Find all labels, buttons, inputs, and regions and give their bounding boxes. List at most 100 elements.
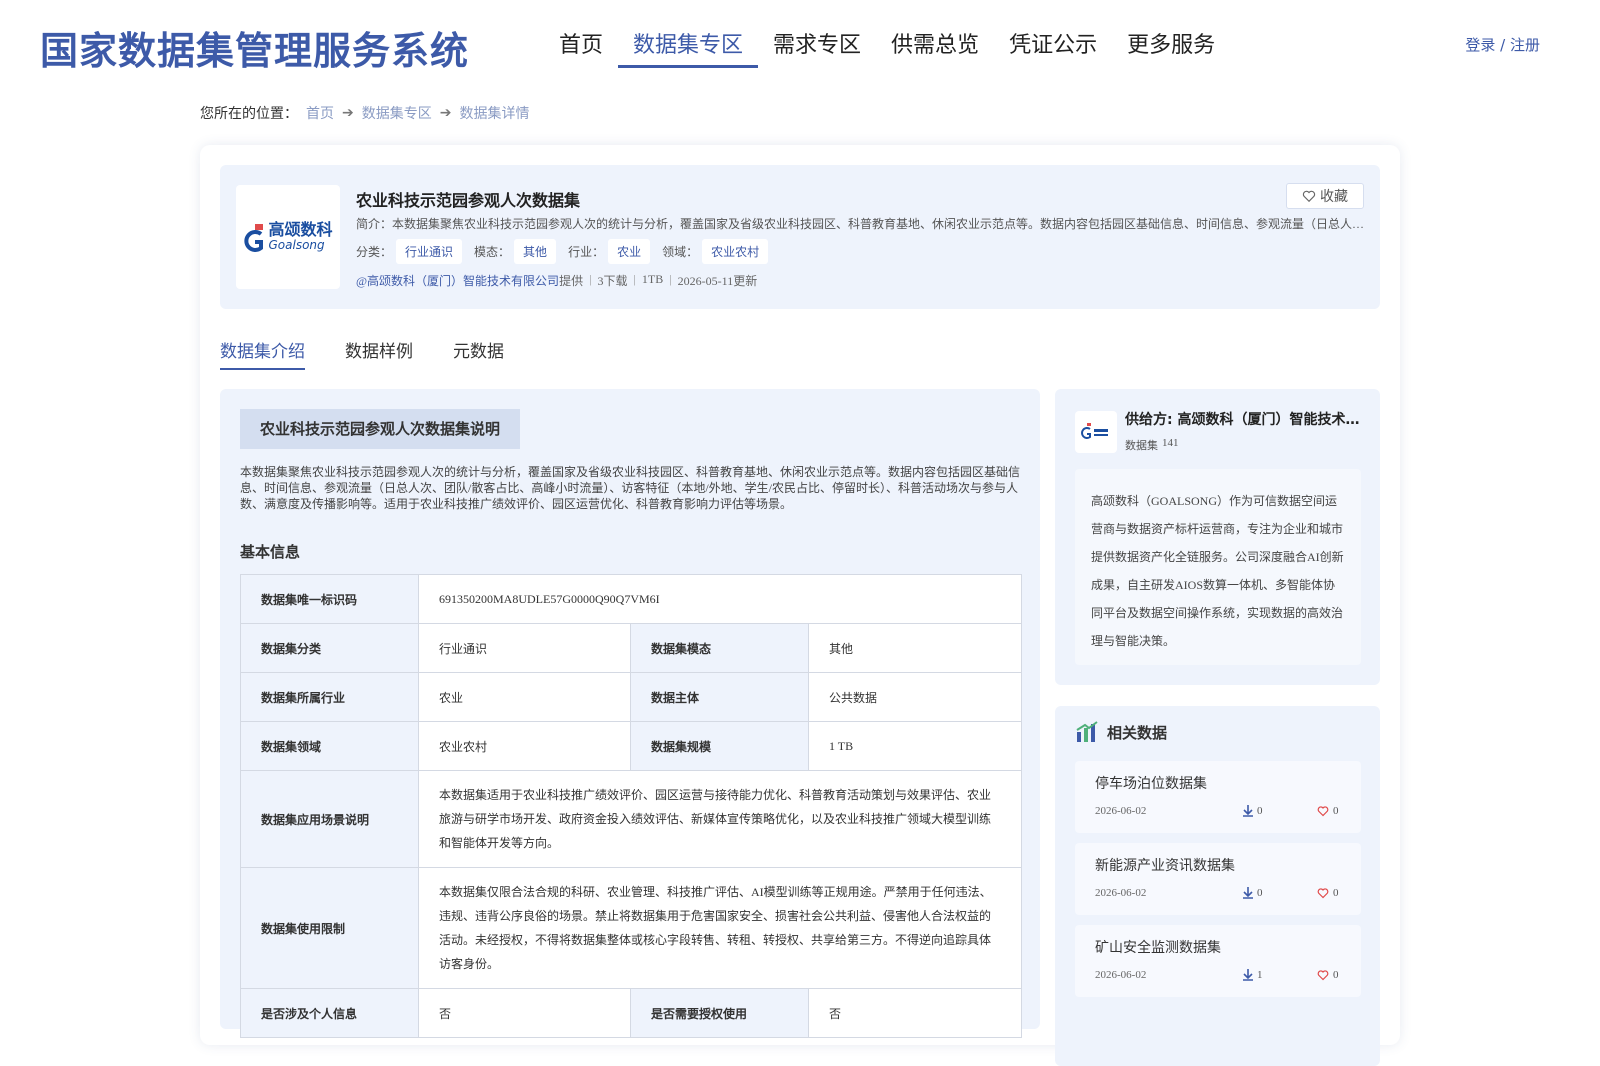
table-row: 数据集应用场景说明 本数据集适用于农业科技推广绩效评价、园区运营与接待能力优化、… — [240, 770, 1022, 868]
provider-card: 供给方: 高颂数科（厦门）智能技术有限公司 数据集 141 高颂数科（GOALS… — [1055, 389, 1380, 685]
related-item-date: 2026-06-02 — [1095, 887, 1147, 899]
breadcrumb-detail[interactable]: 数据集详情 — [459, 103, 529, 123]
download-icon — [1243, 805, 1253, 817]
nav-item-overview[interactable]: 供需总览 — [876, 28, 994, 68]
arrow-right-icon: ➔ — [439, 105, 452, 121]
provider-name[interactable]: 供给方: 高颂数科（厦门）智能技术有限公司 — [1125, 409, 1365, 429]
dataset-detail-card: 高颂数科 Goalsong 农业科技示范园参观人次数据集 收藏 简介：本数据集聚… — [200, 145, 1400, 1066]
related-item[interactable]: 停车场泊位数据集 2026-06-02 0 0 — [1075, 761, 1361, 833]
table-row: 数据集所属行业 农业 数据主体 公共数据 — [240, 672, 1022, 722]
related-item[interactable]: 新能源产业资讯数据集 2026-06-02 0 0 — [1075, 843, 1361, 915]
breadcrumb-home[interactable]: 首页 — [306, 103, 334, 123]
tag-industry[interactable]: 农业 — [608, 239, 651, 264]
dataset-hero: 高颂数科 Goalsong 农业科技示范园参观人次数据集 收藏 简介：本数据集聚… — [220, 165, 1380, 309]
auth-value: 否 — [808, 988, 1022, 1038]
nav-item-demands[interactable]: 需求专区 — [758, 28, 876, 68]
nav-item-credentials[interactable]: 凭证公示 — [994, 28, 1112, 68]
section-heading: 农业科技示范园参观人次数据集说明 — [240, 409, 521, 449]
download-icon — [1243, 969, 1253, 981]
nav-item-home[interactable]: 首页 — [544, 28, 618, 68]
dataset-meta: @高颂数科（厦门）智能技术有限公司提供 | 3下载 | 1TB | 2026-0… — [356, 272, 757, 289]
related-item-likes: 0 — [1317, 805, 1339, 817]
logo-text-cn: 高颂数科 — [268, 220, 333, 239]
table-row: 数据集分类 行业通识 数据集模态 其他 — [240, 623, 1022, 673]
related-item-date: 2026-06-02 — [1095, 969, 1147, 981]
tag-label-modality: 模态： — [474, 245, 511, 259]
site-title[interactable]: 国家数据集管理服务系统 — [40, 20, 469, 75]
personal-info-value: 否 — [418, 988, 631, 1038]
related-item-name: 停车场泊位数据集 — [1095, 776, 1207, 792]
related-item-date: 2026-06-02 — [1095, 805, 1147, 817]
favorite-button[interactable]: 收藏 — [1286, 183, 1364, 209]
divider: | — [669, 272, 672, 286]
tag-label-industry: 行业： — [568, 245, 605, 259]
dataset-size: 1TB — [641, 272, 664, 286]
arrow-right-icon: ➔ — [342, 105, 354, 121]
related-heading: 相关数据 — [1075, 720, 1167, 744]
count-label: 数据集 — [1125, 440, 1158, 452]
basic-info-title: 基本信息 — [240, 543, 301, 561]
bar-chart-icon — [1076, 721, 1098, 742]
heart-icon — [1317, 806, 1329, 817]
scale-value: 1 TB — [808, 721, 1022, 771]
download-count: 3下载 — [597, 274, 628, 288]
tag-category[interactable]: 行业通识 — [396, 239, 463, 264]
modality-value: 其他 — [808, 623, 1022, 673]
modality-label: 数据集模态 — [630, 623, 809, 673]
introduction-panel: 农业科技示范园参观人次数据集说明 本数据集聚焦农业科技示范园参观人次的统计与分析… — [220, 389, 1040, 1038]
restriction-label: 数据集使用限制 — [240, 867, 419, 989]
provider-link[interactable]: @高颂数科（厦门）智能技术有限公司 — [356, 274, 559, 288]
dataset-intro: 简介：本数据集聚焦农业科技示范园参观人次的统计与分析，覆盖国家及省级农业科技园区… — [356, 217, 1366, 231]
provider-avatar[interactable] — [1075, 411, 1117, 453]
download-icon — [1243, 887, 1253, 899]
scenario-value: 本数据集适用于农业科技推广绩效评价、园区运营与接待能力优化、科普教育活动策划与效… — [418, 770, 1022, 868]
provider-suffix: 提供 — [559, 274, 584, 288]
category-value: 行业通识 — [418, 623, 631, 673]
tag-modality[interactable]: 其他 — [514, 239, 557, 264]
breadcrumb-datasets[interactable]: 数据集专区 — [362, 103, 432, 123]
domain-value: 农业农村 — [418, 721, 631, 771]
nav-item-more[interactable]: 更多服务 — [1112, 28, 1230, 68]
tag-domain[interactable]: 农业农村 — [702, 239, 769, 264]
related-item-downloads: 1 — [1243, 969, 1263, 981]
heart-icon — [1302, 190, 1316, 203]
personal-info-label: 是否涉及个人信息 — [240, 988, 419, 1038]
login-register-link[interactable]: 登录 / 注册 — [1465, 34, 1540, 55]
provider-description: 高颂数科（GOALSONG）作为可信数据空间运营商与数据资产标杆运营商，专注为企… — [1075, 469, 1361, 665]
nav-item-datasets[interactable]: 数据集专区 — [618, 28, 759, 68]
like-count: 0 — [1333, 805, 1339, 817]
related-item-likes: 0 — [1317, 887, 1339, 899]
table-row: 数据集唯一标识码 691350200MA8UDLE57G0000Q90Q7VM6… — [240, 574, 1022, 624]
subject-value: 公共数据 — [808, 672, 1022, 722]
detail-tabs: 数据集介绍 数据样例 元数据 — [220, 337, 504, 370]
restriction-value: 本数据集仅限合法合规的科研、农业管理、科技推广评估、AI模型训练等正规用途。严禁… — [418, 867, 1022, 989]
related-item[interactable]: 矿山安全监测数据集 2026-06-02 1 0 — [1075, 925, 1361, 997]
dataset-description: 本数据集聚焦农业科技示范园参观人次的统计与分析，覆盖国家及省级农业科技园区、科普… — [240, 465, 1021, 511]
divider: | — [589, 272, 592, 286]
main-nav: 首页 数据集专区 需求专区 供需总览 凭证公示 更多服务 — [544, 28, 1230, 68]
heart-icon — [1317, 970, 1329, 981]
update-date: 2026-05-11更新 — [677, 274, 758, 288]
domain-label: 数据集领域 — [240, 721, 419, 771]
goalsong-logo-icon — [244, 224, 264, 252]
basic-info-table: 数据集唯一标识码 691350200MA8UDLE57G0000Q90Q7VM6… — [240, 574, 1022, 1038]
uid-label: 数据集唯一标识码 — [240, 574, 419, 624]
tag-label-category: 分类： — [356, 245, 393, 259]
breadcrumb: 您所在的位置： 首页 ➔ 数据集专区 ➔ 数据集详情 — [200, 103, 529, 123]
like-count: 0 — [1333, 969, 1339, 981]
tab-metadata[interactable]: 元数据 — [453, 337, 504, 370]
divider: | — [633, 272, 636, 286]
tab-samples[interactable]: 数据样例 — [345, 337, 413, 370]
auth-label: 是否需要授权使用 — [630, 988, 809, 1038]
site-header: 国家数据集管理服务系统 首页 数据集专区 需求专区 供需总览 凭证公示 更多服务… — [0, 0, 1600, 90]
related-title: 相关数据 — [1107, 723, 1168, 742]
provider-dataset-count: 数据集 141 — [1125, 437, 1179, 453]
favorite-label: 收藏 — [1320, 189, 1348, 205]
category-label: 数据集分类 — [240, 623, 419, 673]
logo-text-en: Goalsong — [268, 238, 325, 252]
industry-value: 农业 — [418, 672, 631, 722]
industry-label: 数据集所属行业 — [240, 672, 419, 722]
dataset-title: 农业科技示范园参观人次数据集 — [356, 193, 581, 210]
tab-introduction[interactable]: 数据集介绍 — [220, 337, 305, 370]
count-value: 141 — [1162, 437, 1179, 449]
